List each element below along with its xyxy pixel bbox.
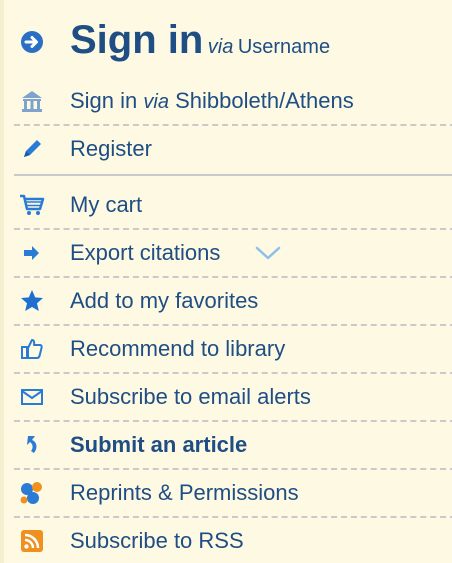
signin-row[interactable]: Sign in via Username bbox=[4, 18, 452, 66]
pencil-icon bbox=[18, 135, 46, 163]
tool-row-cart[interactable]: My cart bbox=[4, 190, 452, 220]
divider bbox=[14, 276, 452, 278]
signin-method: Username bbox=[237, 36, 331, 58]
register-link[interactable]: Register bbox=[70, 136, 152, 162]
signin-title: Sign in bbox=[70, 18, 204, 62]
tool-label-email[interactable]: Subscribe to email alerts bbox=[70, 384, 311, 410]
tool-label-export[interactable]: Export citations bbox=[70, 240, 220, 266]
sidebar-panel: Sign in via Username Sign in via Shibbol… bbox=[0, 0, 452, 563]
signin-arrow-icon bbox=[18, 28, 46, 56]
tool-label-recommend[interactable]: Recommend to library bbox=[70, 336, 285, 362]
shibboleth-via: via bbox=[143, 91, 169, 113]
register-row[interactable]: Register bbox=[4, 134, 452, 164]
section-divider bbox=[14, 174, 452, 176]
tool-row-recommend[interactable]: Recommend to library bbox=[4, 334, 452, 364]
tool-row-rss[interactable]: Subscribe to RSS bbox=[4, 526, 452, 556]
divider bbox=[14, 124, 452, 126]
divider bbox=[14, 228, 452, 230]
tool-label-reprints[interactable]: Reprints & Permissions bbox=[70, 480, 299, 506]
tool-label-favorites[interactable]: Add to my favorites bbox=[70, 288, 258, 314]
envelope-icon bbox=[18, 383, 46, 411]
divider bbox=[14, 372, 452, 374]
shibboleth-link[interactable]: Sign in via Shibboleth/Athens bbox=[70, 88, 354, 114]
rss-icon bbox=[18, 527, 46, 555]
institution-icon bbox=[18, 87, 46, 115]
tool-label-rss[interactable]: Subscribe to RSS bbox=[70, 528, 244, 554]
tool-row-submit[interactable]: Submit an article bbox=[4, 430, 452, 460]
tool-label-cart[interactable]: My cart bbox=[70, 192, 142, 218]
divider bbox=[14, 420, 452, 422]
shibboleth-prefix: Sign in bbox=[70, 88, 138, 113]
tool-row-favorites[interactable]: Add to my favorites bbox=[4, 286, 452, 316]
submit-article-icon bbox=[18, 431, 46, 459]
tool-row-export[interactable]: Export citations bbox=[4, 238, 452, 268]
divider bbox=[14, 468, 452, 470]
export-arrow-icon bbox=[18, 239, 46, 267]
signin-link[interactable]: Sign in via Username bbox=[70, 18, 330, 63]
tool-row-email[interactable]: Subscribe to email alerts bbox=[4, 382, 452, 412]
shibboleth-method: Shibboleth/Athens bbox=[175, 88, 354, 113]
signin-via: via bbox=[207, 36, 234, 58]
tool-label-submit[interactable]: Submit an article bbox=[70, 432, 247, 458]
thumbs-up-icon bbox=[18, 335, 46, 363]
divider bbox=[14, 324, 452, 326]
tool-row-reprints[interactable]: Reprints & Permissions bbox=[4, 478, 452, 508]
cart-icon bbox=[18, 191, 46, 219]
shibboleth-row[interactable]: Sign in via Shibboleth/Athens bbox=[4, 86, 452, 116]
divider bbox=[14, 516, 452, 518]
chevron-down-icon[interactable] bbox=[254, 242, 282, 269]
star-icon bbox=[18, 287, 46, 315]
reprints-icon bbox=[18, 479, 46, 507]
